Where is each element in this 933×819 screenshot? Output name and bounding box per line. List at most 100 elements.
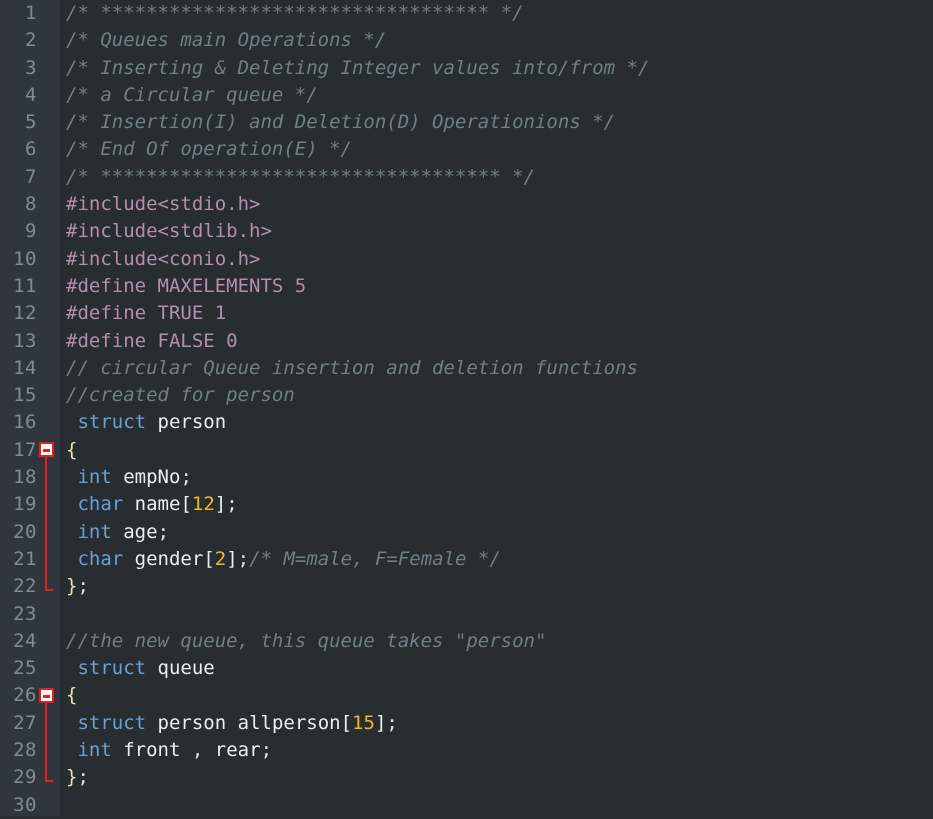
code-line-14[interactable]: // circular Queue insertion and deletion…	[60, 355, 933, 382]
line-number-16[interactable]: 16	[0, 409, 60, 436]
line-number-7[interactable]: 7	[0, 164, 60, 191]
line-number-23[interactable]: 23	[0, 601, 60, 628]
line-number-21[interactable]: 21	[0, 546, 60, 573]
code-line-27[interactable]: struct person allperson[15];	[60, 710, 933, 737]
code-editor[interactable]: 1 2 3 4 5 6 7 8 9 10 11 12 13 14 15 16 17 18 19 20 21 22 23 24 2…	[0, 0, 933, 816]
code-line-8[interactable]: #include<stdio.h>	[60, 191, 933, 218]
code-line-17[interactable]: {	[60, 437, 933, 464]
code-line-5[interactable]: /* Insertion(I) and Deletion(D) Operatio…	[60, 109, 933, 136]
code-line-20[interactable]: int age;	[60, 519, 933, 546]
fold-toggle-icon[interactable]	[39, 687, 54, 703]
code-line-3[interactable]: /* Inserting & Deleting Integer values i…	[60, 55, 933, 82]
token-brk: [	[180, 493, 192, 516]
code-line-19[interactable]: char name[12];	[60, 491, 933, 518]
line-number-20[interactable]: 20	[0, 519, 60, 546]
token-num: 2	[214, 547, 227, 570]
line-number-gutter[interactable]: 1 2 3 4 5 6 7 8 9 10 11 12 13 14 15 16 17 18 19 20 21 22 23 24 2…	[0, 0, 60, 816]
line-number-9[interactable]: 9	[0, 218, 60, 245]
code-line-15[interactable]: //created for person	[60, 382, 933, 409]
code-line-24[interactable]: //the new queue, this queue takes "perso…	[60, 628, 933, 655]
token-brace: }	[66, 575, 78, 598]
line-number-22[interactable]: 22	[0, 573, 60, 600]
code-line-7[interactable]: /* *********************************** *…	[60, 164, 933, 191]
code-line-16[interactable]: struct person	[60, 409, 933, 436]
token-id: rear	[214, 739, 261, 762]
token-cmt: /* ********************************** */	[66, 2, 524, 24]
token-num: 12	[191, 493, 215, 516]
line-number-6[interactable]: 6	[0, 136, 60, 163]
line-number-13[interactable]: 13	[0, 328, 60, 355]
token-kw: char	[77, 547, 124, 570]
code-line-28[interactable]: int front , rear;	[60, 737, 933, 764]
token-cmt: /* End Of operation(E) */	[66, 138, 352, 161]
line-number-10[interactable]: 10	[0, 246, 60, 273]
code-line-9[interactable]: #include<stdlib.h>	[60, 218, 933, 245]
line-number-3[interactable]: 3	[0, 55, 60, 82]
code-line-23[interactable]	[60, 601, 933, 628]
code-line-26[interactable]: {	[60, 682, 933, 709]
code-line-1[interactable]: /* ********************************** */	[60, 0, 933, 27]
code-line-25[interactable]: struct queue	[60, 655, 933, 682]
token-brace: }	[66, 766, 78, 789]
line-number-8[interactable]: 8	[0, 191, 60, 218]
code-line-13[interactable]: #define FALSE 0	[60, 328, 933, 355]
token-cmt: //the new queue, this queue takes "perso…	[66, 629, 547, 652]
token-pre: #define FALSE 0	[66, 329, 238, 352]
line-number-25[interactable]: 25	[0, 655, 60, 682]
line-number-15[interactable]: 15	[0, 382, 60, 409]
line-number-27[interactable]: 27	[0, 710, 60, 737]
code-line-10[interactable]: #include<conio.h>	[60, 246, 933, 273]
token-cmt: /* Insertion(I) and Deletion(D) Operatio…	[66, 111, 616, 134]
code-line-18[interactable]: int empNo;	[60, 464, 933, 491]
token-pre: #include<conio.h>	[66, 247, 261, 270]
token-cmt: /* Inserting & Deleting Integer values i…	[66, 56, 650, 79]
line-number-19[interactable]: 19	[0, 491, 60, 518]
token-kw: struct	[77, 411, 147, 434]
line-number-28[interactable]: 28	[0, 737, 60, 764]
line-number-12[interactable]: 12	[0, 300, 60, 327]
token-cmt: /* *********************************** *…	[66, 165, 535, 188]
token-punct: ,	[191, 739, 204, 762]
code-line-30[interactable]	[60, 792, 933, 816]
token-cmt: /* a Circular queue */	[66, 83, 318, 106]
line-number-4[interactable]: 4	[0, 82, 60, 109]
code-line-21[interactable]: char gender[2];/* M=male, F=Female */	[60, 546, 933, 573]
line-number-30[interactable]: 30	[0, 792, 60, 819]
code-line-6[interactable]: /* End Of operation(E) */	[60, 136, 933, 163]
token-brk: ]	[374, 711, 387, 734]
line-number-18[interactable]: 18	[0, 464, 60, 491]
token-kw: char	[77, 493, 124, 516]
code-line-12[interactable]: #define TRUE 1	[60, 300, 933, 327]
token-kw: int	[77, 466, 112, 489]
token-id: name	[134, 493, 181, 516]
line-number-2[interactable]: 2	[0, 27, 60, 54]
code-line-29[interactable]: };	[60, 764, 933, 791]
code-line-2[interactable]: /* Queues main Operations */	[60, 27, 933, 54]
line-number-11[interactable]: 11	[0, 273, 60, 300]
fold-range-end-tick	[45, 780, 53, 783]
code-line-11[interactable]: #define MAXELEMENTS 5	[60, 273, 933, 300]
line-number-14[interactable]: 14	[0, 355, 60, 382]
fold-toggle-icon[interactable]	[39, 441, 54, 457]
line-number-29[interactable]: 29	[0, 764, 60, 791]
code-line-22[interactable]: };	[60, 573, 933, 600]
line-number-5[interactable]: 5	[0, 109, 60, 136]
token-id: age	[123, 520, 158, 543]
token-punct: ;	[157, 520, 170, 543]
code-content-area[interactable]: /* ********************************** */…	[60, 0, 933, 816]
line-number-24[interactable]: 24	[0, 628, 60, 655]
line-number-1[interactable]: 1	[0, 0, 60, 27]
token-id: queue	[157, 657, 215, 680]
token-cmt: /* Queues main Operations */	[66, 29, 387, 52]
code-line-4[interactable]: /* a Circular queue */	[60, 82, 933, 109]
token-brk: ]	[226, 547, 238, 570]
